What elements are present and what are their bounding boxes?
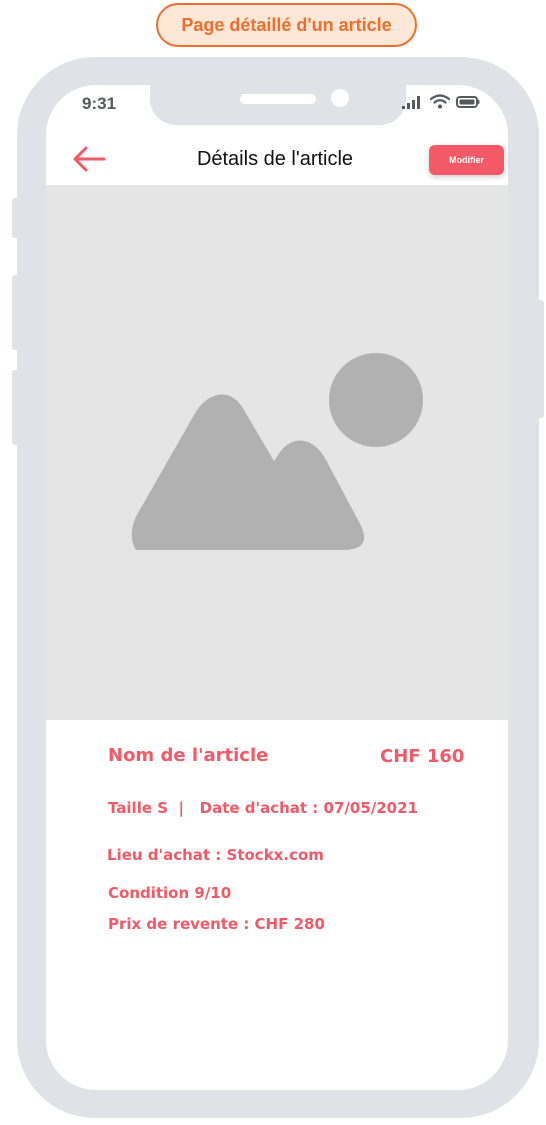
- page-title: Détails de l'article: [196, 148, 354, 170]
- back-button[interactable]: [70, 143, 110, 175]
- page-label: Page détaillé d'un article: [156, 3, 417, 47]
- article-name: Nom de l'article: [108, 745, 269, 766]
- arrow-left-icon: [73, 146, 106, 172]
- page-label-text: Page détaillé d'un article: [181, 14, 392, 35]
- article-size-and-date: Taille S | Date d'achat : 07/05/2021: [108, 799, 418, 817]
- article-image: [46, 185, 508, 720]
- phone-speaker: [240, 94, 316, 104]
- phone-notch: [150, 84, 406, 125]
- image-placeholder-icon: [131, 353, 423, 550]
- canvas: Page détaillé d'un article 9:31 Détails …: [0, 0, 546, 1125]
- modify-button[interactable]: Modifier: [429, 145, 504, 175]
- article-resale-price: Prix de revente : CHF 280: [108, 915, 325, 933]
- phone-camera: [331, 89, 349, 107]
- status-icons: [402, 94, 480, 109]
- article-price: CHF 160: [380, 746, 465, 767]
- signal-icon: [402, 95, 420, 109]
- battery-icon: [456, 95, 480, 108]
- article-condition: Condition 9/10: [108, 884, 232, 902]
- status-time: 9:31: [82, 94, 117, 113]
- article-purchase-place: Lieu d'achat : Stockx.com: [107, 846, 324, 864]
- wifi-icon: [430, 94, 450, 109]
